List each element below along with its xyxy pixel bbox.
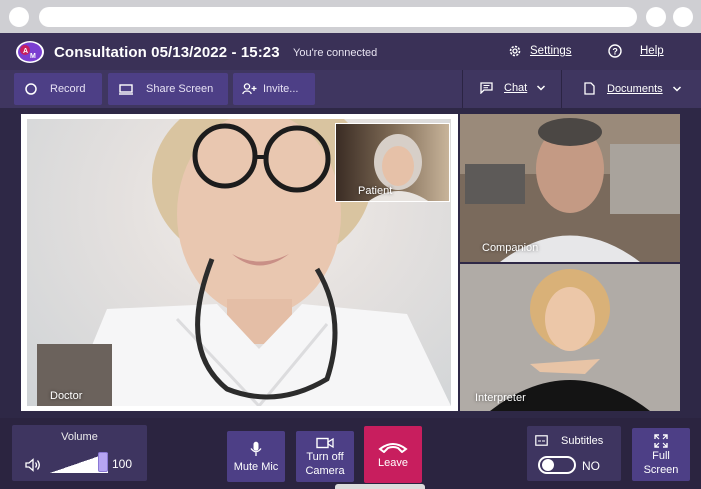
subtitles-toggle[interactable] (538, 456, 576, 474)
browser-circle-right-2[interactable] (673, 7, 693, 27)
mute-mic-label: Mute Mic (233, 460, 279, 473)
chevron-down-icon (672, 85, 681, 92)
patient-image (369, 134, 428, 201)
full-screen-button[interactable]: Full Screen (632, 428, 690, 481)
app-window: A M Consultation 05/13/2022 - 15:23 You'… (0, 0, 701, 489)
toolbar: Record Share Screen Invite... Chat Docum… (0, 70, 701, 108)
svg-text:M: M (30, 53, 36, 60)
chat-label: Chat (504, 82, 528, 94)
invite-label: Invite... (263, 83, 299, 95)
volume-panel: Volume 100 (12, 425, 147, 481)
interpreter-video-tile[interactable]: Interpreter (460, 264, 680, 411)
browser-circle-left[interactable] (9, 7, 29, 27)
svg-text:A: A (23, 48, 28, 55)
invite-button[interactable]: Invite... (233, 73, 315, 105)
record-button[interactable]: Record (14, 73, 102, 105)
share-screen-label: Share Screen (146, 83, 214, 95)
settings-label: Settings (530, 45, 572, 57)
fullscreen-label-line2: Screen (643, 463, 679, 476)
help-link[interactable]: ? Help (608, 44, 664, 58)
subtitles-icon (535, 435, 548, 446)
camera-icon (316, 437, 334, 448)
chat-dropdown[interactable]: Chat (480, 82, 546, 94)
controls-bar: Volume 100 Mute Mic Turn off Camera Leav… (0, 418, 701, 489)
leave-label: Leave (378, 456, 408, 469)
logo: A M (16, 41, 44, 63)
subtitles-state: NO (582, 459, 600, 473)
subtitles-label: Subtitles (561, 435, 604, 447)
record-label: Record (50, 83, 86, 95)
help-icon: ? (608, 44, 622, 58)
mute-mic-button[interactable]: Mute Mic (227, 431, 285, 482)
fullscreen-icon (654, 433, 668, 448)
chevron-down-icon (537, 85, 546, 91)
share-screen-icon (119, 83, 133, 95)
camera-label-line2: Camera (305, 464, 345, 477)
header-bar: A M Consultation 05/13/2022 - 15:23 You'… (0, 33, 701, 70)
turn-off-camera-button[interactable]: Turn off Camera (296, 431, 354, 482)
invite-icon (242, 83, 257, 95)
volume-slider[interactable] (50, 452, 108, 473)
subtitles-panel: Subtitles NO (527, 426, 621, 481)
settings-link[interactable]: Settings (508, 44, 572, 58)
help-label: Help (640, 45, 664, 57)
connection-status: You're connected (293, 47, 378, 59)
mic-icon (250, 441, 262, 456)
camera-label-line1: Turn off (306, 450, 344, 463)
svg-text:?: ? (612, 47, 618, 57)
volume-slider-thumb[interactable] (98, 452, 108, 472)
patient-label: Patient (358, 185, 393, 197)
tooltip (335, 484, 425, 489)
browser-chrome (0, 0, 701, 33)
phone-hangup-icon (378, 442, 408, 453)
volume-label: Volume (61, 431, 98, 443)
subtitles-toggle-knob (542, 459, 554, 471)
settings-icon (509, 45, 521, 57)
toolbar-divider (462, 70, 463, 108)
doctor-label: Doctor (50, 390, 83, 402)
volume-value: 100 (112, 457, 133, 471)
share-screen-button[interactable]: Share Screen (108, 73, 228, 105)
interpreter-image (460, 264, 680, 411)
address-bar[interactable] (39, 7, 637, 27)
documents-icon (584, 82, 595, 95)
interpreter-label: Interpreter (475, 392, 526, 404)
toolbar-divider (561, 70, 562, 108)
browser-circle-right-1[interactable] (646, 7, 666, 27)
companion-video-tile[interactable]: Companion (460, 114, 680, 262)
video-stage: Doctor Patient Companion Interpreter (0, 108, 701, 418)
documents-label: Documents (607, 82, 663, 95)
record-icon (25, 83, 37, 95)
fullscreen-label-line1: Full (652, 449, 670, 462)
companion-image (460, 114, 680, 262)
page-title: Consultation 05/13/2022 - 15:23 (54, 44, 280, 61)
patient-video-tile[interactable]: Patient (335, 123, 450, 202)
chat-icon (480, 82, 493, 94)
leave-button[interactable]: Leave (364, 426, 422, 483)
documents-dropdown[interactable]: Documents (584, 82, 682, 95)
companion-label: Companion (482, 242, 539, 254)
volume-icon[interactable] (25, 458, 41, 472)
